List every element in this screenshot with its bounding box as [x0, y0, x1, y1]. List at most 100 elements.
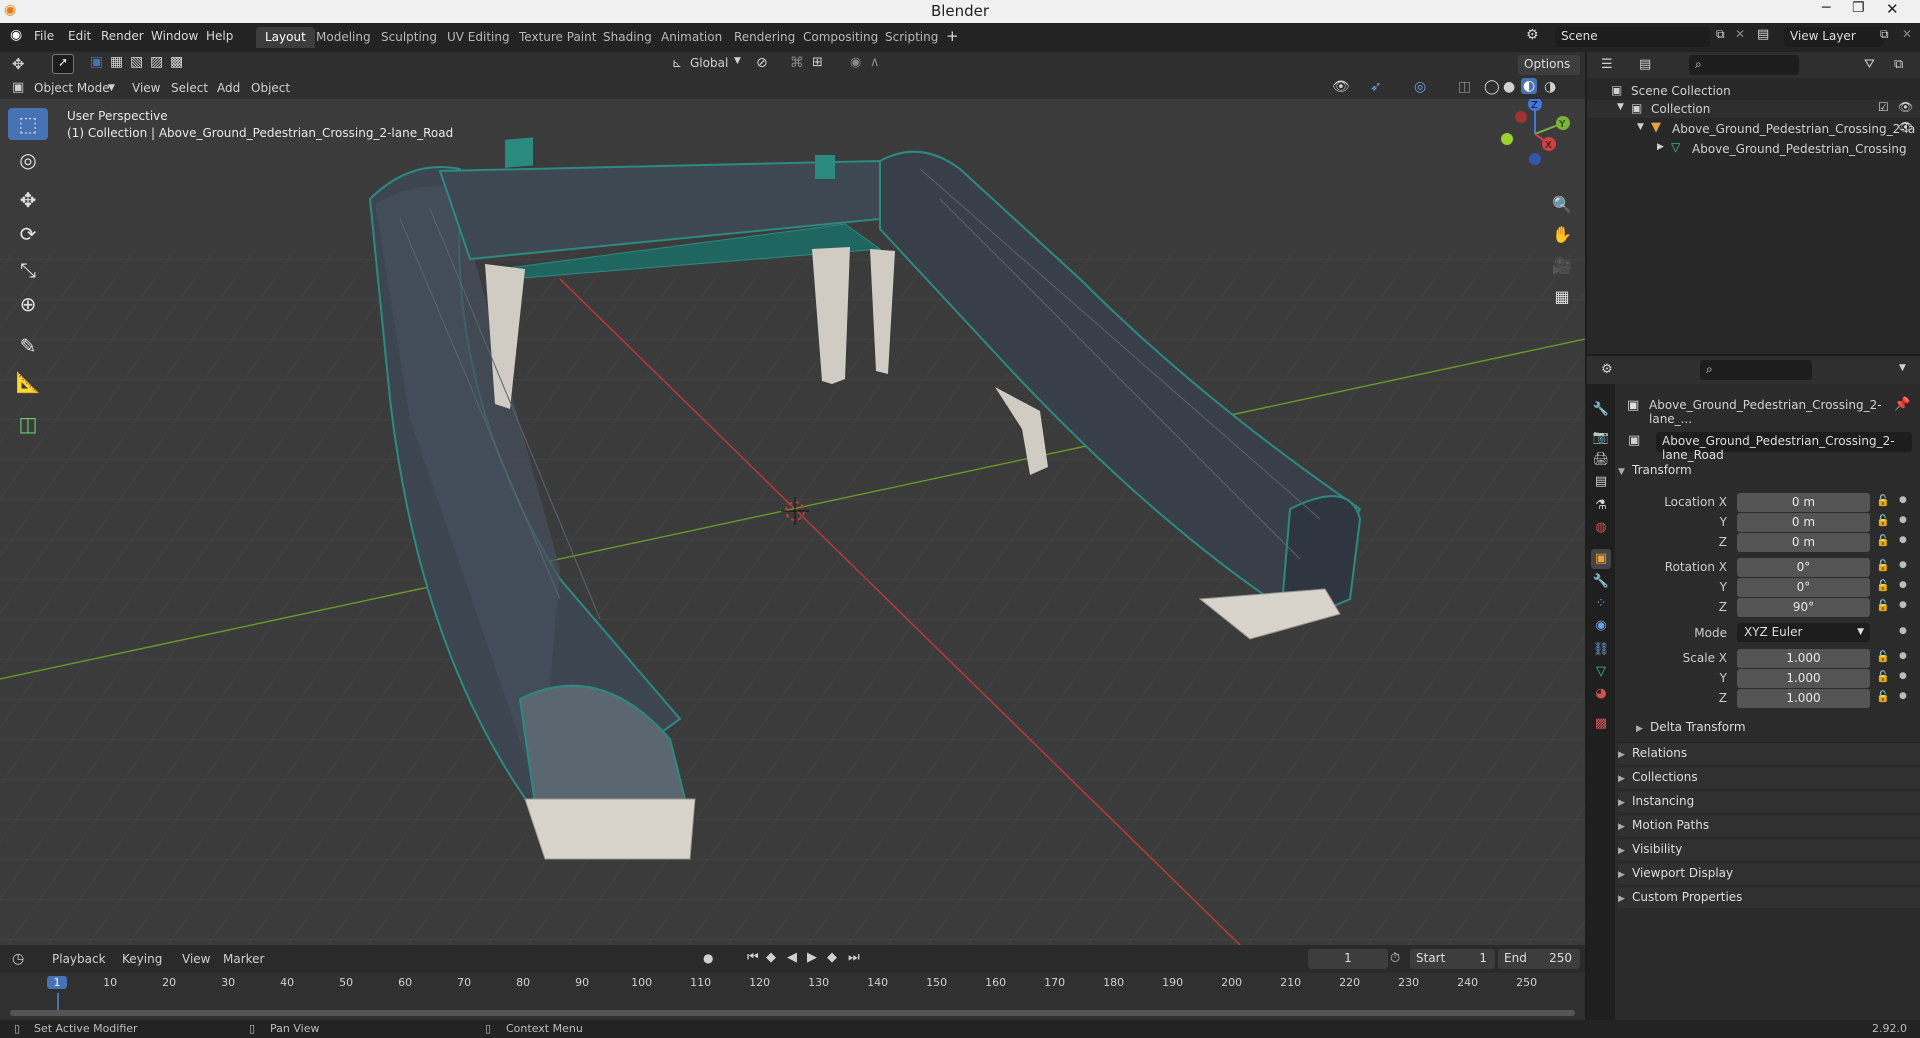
eye-icon[interactable]: 👁 [1898, 100, 1913, 114]
workspace-tab-shading[interactable]: Shading [594, 27, 661, 48]
outliner-object-label[interactable]: Above_Ground_Pedestrian_Crossing_2-la [1672, 122, 1915, 136]
overlay-toggle-icon[interactable]: ◎ [1414, 79, 1426, 95]
workspace-tab-rendering[interactable]: Rendering [725, 27, 804, 48]
scale-y-field[interactable]: 1.000 [1737, 669, 1870, 688]
keyframe-dot-icon[interactable]: ● [1899, 600, 1907, 610]
filter-icon[interactable]: ⛛ [1864, 57, 1875, 72]
menu-window[interactable]: Window [151, 29, 198, 43]
marker-menu[interactable]: Marker [223, 952, 264, 966]
restore-icon[interactable]: ❐ [1852, 0, 1865, 16]
pin-icon[interactable]: 📌 [1894, 397, 1910, 412]
pivot-icon[interactable]: ⊘ [756, 55, 768, 71]
delete-scene-icon[interactable]: ✕ [1735, 27, 1745, 41]
keyframe-dot-icon[interactable]: ● [1899, 691, 1907, 701]
scene-canvas[interactable] [0, 99, 1585, 945]
keyframe-dot-icon[interactable]: ● [1899, 495, 1907, 505]
scale-z-field[interactable]: 1.000 [1737, 689, 1870, 708]
rotation-y-field[interactable]: 0° [1737, 578, 1870, 597]
keying-menu[interactable]: Keying [122, 952, 162, 966]
lock-icon[interactable]: 🔓 [1876, 494, 1890, 507]
select-mode-new-icon[interactable]: ▣ [90, 54, 103, 70]
viewport-menu-view[interactable]: View [132, 81, 160, 95]
workspace-tab-sculpting[interactable]: Sculpting [372, 27, 446, 48]
select-mode-invert-icon[interactable]: ▨ [150, 54, 163, 70]
panel-relations[interactable]: ▶ Relations [1618, 742, 1920, 764]
stopwatch-icon[interactable]: ⏱ [1390, 951, 1400, 966]
keyframe-dot-icon[interactable]: ● [1899, 580, 1907, 590]
start-frame-field[interactable]: Start 1 [1410, 949, 1495, 969]
timeline-editor-icon[interactable]: ◷ [12, 951, 24, 967]
lock-icon[interactable]: 🔓 [1876, 514, 1890, 527]
options-dropdown[interactable]: Options [1518, 55, 1580, 75]
falloff-icon[interactable]: ∧ [870, 55, 880, 70]
workspace-tab-scripting[interactable]: Scripting [876, 27, 947, 48]
jump-start-icon[interactable]: ⏮ [747, 950, 759, 965]
outliner-editor-icon[interactable]: ☰ [1601, 57, 1613, 72]
pan-hand-icon[interactable]: ✋ [1549, 222, 1575, 248]
orientation-dropdown[interactable]: Global [690, 56, 728, 70]
next-keyframe-icon[interactable]: ◆ [827, 950, 837, 965]
blender-menu-icon[interactable]: ◉ [10, 27, 22, 43]
workspace-tab-uv-editing[interactable]: UV Editing [438, 27, 519, 48]
3d-viewport[interactable]: User Perspective (1) Collection | Above_… [0, 99, 1585, 945]
scene-field[interactable]: Scene [1555, 27, 1710, 47]
panel-viewport-display[interactable]: ▶ Viewport Display [1618, 862, 1920, 884]
new-scene-icon[interactable]: ⧉ [1716, 27, 1725, 42]
properties-search-input[interactable]: ⌕ [1700, 360, 1812, 380]
keyframe-dot-icon[interactable]: ● [1899, 535, 1907, 545]
outliner-mesh-label[interactable]: Above_Ground_Pedestrian_Crossing [1692, 142, 1907, 156]
select-mode-intersect-icon[interactable]: ▩ [170, 54, 183, 70]
xray-icon[interactable]: ◫ [1458, 79, 1471, 95]
viewport-menu-add[interactable]: Add [217, 81, 240, 95]
measure-tool-icon[interactable]: 📐 [8, 366, 48, 398]
location-x-field[interactable]: 0 m [1737, 493, 1870, 512]
add-cube-tool-icon[interactable]: ◫ [8, 408, 48, 440]
workspace-tab-animation[interactable]: Animation [652, 27, 731, 48]
visibility-icon[interactable]: 👁 [1332, 79, 1350, 95]
rotate-tool-icon[interactable]: ⟳ [8, 218, 48, 250]
tool-tab-icon[interactable]: 🔧 [1591, 400, 1611, 420]
output-tab-icon[interactable]: 🖨 [1591, 450, 1611, 470]
location-y-field[interactable]: 0 m [1737, 513, 1870, 532]
playback-menu[interactable]: Playback [52, 952, 106, 966]
scale-x-field[interactable]: 1.000 [1737, 649, 1870, 668]
expand-arrow-icon[interactable]: ▼ [1617, 102, 1624, 112]
cursor-tool-icon[interactable]: ◎ [8, 144, 48, 176]
expand-arrow-icon[interactable]: ▶ [1657, 142, 1664, 152]
display-mode-icon[interactable]: ▤ [1639, 57, 1651, 72]
view-layer-tab-icon[interactable]: ▤ [1591, 472, 1611, 492]
solid-shading-icon[interactable]: ● [1503, 79, 1515, 95]
gizmo-toggle-icon[interactable]: ➶ [1370, 79, 1382, 95]
keyframe-dot-icon[interactable]: ● [1899, 560, 1907, 570]
lock-icon[interactable]: 🔓 [1876, 690, 1890, 703]
current-frame-field[interactable]: 1 [1308, 949, 1388, 969]
keyframe-dot-icon[interactable]: ● [1899, 515, 1907, 525]
panel-custom-properties[interactable]: ▶ Custom Properties [1618, 886, 1920, 908]
record-icon[interactable]: ● [703, 951, 713, 965]
close-icon[interactable]: ✕ [1886, 0, 1899, 18]
expand-arrow-icon[interactable]: ▼ [1637, 122, 1644, 132]
scale-tool-icon[interactable]: ⤡ [8, 254, 48, 286]
lock-icon[interactable]: 🔓 [1876, 599, 1890, 612]
transform-panel-header[interactable]: ▼ Transform [1618, 463, 1920, 485]
jump-end-icon[interactable]: ⏭ [848, 950, 860, 965]
workspace-tab-texture-paint[interactable]: Texture Paint [510, 27, 605, 48]
add-workspace-icon[interactable]: + [946, 27, 959, 45]
end-frame-field[interactable]: End 250 [1498, 949, 1580, 969]
object-name-field[interactable]: Above_Ground_Pedestrian_Crossing_2-lane_… [1656, 432, 1912, 462]
rotation-z-field[interactable]: 90° [1737, 598, 1870, 617]
menu-render[interactable]: Render [101, 29, 144, 43]
keyframe-dot-icon[interactable]: ● [1899, 671, 1907, 681]
menu-edit[interactable]: Edit [68, 29, 91, 43]
checkbox-icon[interactable]: ☑ [1878, 100, 1889, 114]
delete-view-layer-icon[interactable]: ✕ [1902, 27, 1912, 41]
rotation-x-field[interactable]: 0° [1737, 558, 1870, 577]
play-icon[interactable]: ▶ [807, 950, 817, 965]
properties-editor-icon[interactable]: ⚙ [1601, 362, 1613, 377]
eye-icon[interactable]: 👁 [1898, 120, 1913, 134]
panel-motion-paths[interactable]: ▶ Motion Paths [1618, 814, 1920, 836]
timeline-scrollbar[interactable] [10, 1010, 1575, 1016]
keyframe-dot-icon[interactable]: ● [1899, 626, 1907, 636]
annotate-tool-icon[interactable]: ✎ [8, 330, 48, 362]
collection-label[interactable]: Collection [1651, 102, 1710, 116]
